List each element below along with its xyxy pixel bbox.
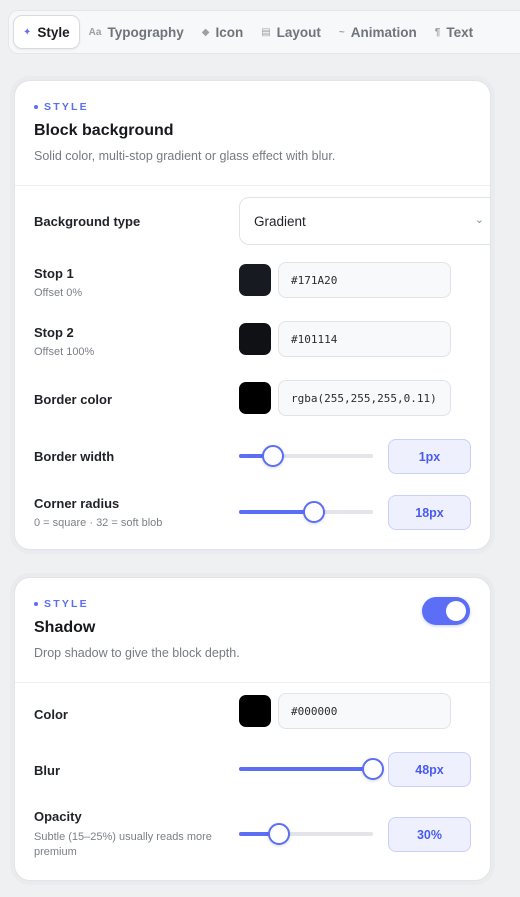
- slider-knob[interactable]: [362, 758, 384, 780]
- shadow-card: STYLE Shadow Drop shadow to give the blo…: [14, 577, 491, 881]
- card-description: Solid color, multi-stop gradient or glas…: [34, 149, 336, 163]
- sparkle-icon: ✦: [23, 26, 32, 38]
- layout-icon: ▤: [261, 26, 271, 38]
- slider-knob[interactable]: [261, 445, 284, 467]
- card-description: Drop shadow to give the block depth.: [34, 646, 240, 660]
- paragraph-icon: ¶: [434, 26, 441, 38]
- eyebrow: STYLE: [34, 598, 471, 610]
- stop2-hex-input[interactable]: #101114: [278, 321, 451, 357]
- shadow-opacity-row: Opacity Subtle (15–25%) usually reads mo…: [34, 809, 224, 860]
- select-value: Gradient: [254, 213, 306, 229]
- tab-icon[interactable]: ◆ Icon: [193, 15, 252, 49]
- shadow-blur-slider[interactable]: [239, 758, 384, 780]
- corner-radius-value[interactable]: 18px: [388, 495, 471, 530]
- border-color-input[interactable]: rgba(255,255,255,0.11): [278, 380, 451, 416]
- tab-animation[interactable]: ~ Animation: [330, 15, 426, 49]
- tab-style[interactable]: ✦ Style: [13, 15, 80, 49]
- border-color-swatch[interactable]: [239, 382, 271, 414]
- shadow-toggle[interactable]: [422, 597, 470, 625]
- toggle-knob: [446, 601, 466, 621]
- tab-label: Animation: [350, 24, 417, 40]
- eyebrow: STYLE: [34, 101, 471, 113]
- tab-typography[interactable]: Aa Typography: [80, 15, 193, 49]
- tab-label: Icon: [215, 24, 244, 40]
- card-header: STYLE Shadow Drop shadow to give the blo…: [15, 578, 490, 683]
- eyebrow-label: STYLE: [44, 101, 89, 113]
- corner-radius-slider[interactable]: [239, 501, 373, 523]
- tab-layout[interactable]: ▤ Layout: [252, 15, 330, 49]
- card-header: STYLE Block background Solid color, mult…: [15, 81, 490, 186]
- card-title: Shadow: [34, 619, 96, 636]
- card-title: Block background: [34, 122, 174, 139]
- stop1-hex-input[interactable]: #171A20: [278, 262, 451, 298]
- border-width-slider[interactable]: [239, 445, 373, 467]
- eyebrow-label: STYLE: [44, 598, 89, 610]
- tab-bar: ✦ Style Aa Typography ◆ Icon ▤ Layout ~ …: [8, 10, 520, 54]
- border-width-value[interactable]: 1px: [388, 439, 471, 474]
- shadow-color-input[interactable]: #000000: [278, 693, 451, 729]
- slider-fill: [239, 767, 373, 771]
- diamond-icon: ◆: [201, 26, 210, 38]
- slider-knob[interactable]: [268, 823, 291, 845]
- background-card: STYLE Block background Solid color, mult…: [14, 80, 491, 550]
- stop1-swatch[interactable]: [239, 264, 271, 296]
- stop2-swatch[interactable]: [239, 323, 271, 355]
- shadow-opacity-label: Opacity: [34, 809, 82, 824]
- shadow-blur-value[interactable]: 48px: [388, 752, 471, 787]
- slider-knob[interactable]: [303, 501, 326, 523]
- tab-text[interactable]: ¶ Text: [426, 15, 482, 49]
- chevron-down-icon: ⌄: [474, 214, 484, 226]
- tab-label: Text: [446, 24, 474, 40]
- dot-icon: [34, 602, 38, 606]
- tab-label: Style: [37, 24, 70, 40]
- dot-icon: [34, 105, 38, 109]
- tab-label: Layout: [276, 24, 321, 40]
- background-type-select[interactable]: Gradient ⌄: [239, 197, 490, 245]
- shadow-color-swatch[interactable]: [239, 695, 271, 727]
- animation-icon: ~: [338, 26, 345, 38]
- tab-label: Typography: [107, 24, 184, 40]
- typography-icon: Aa: [88, 26, 102, 38]
- shadow-opacity-slider[interactable]: [239, 823, 373, 845]
- shadow-opacity-value[interactable]: 30%: [388, 817, 471, 852]
- shadow-opacity-sublabel: Subtle (15–25%) usually reads more premi…: [34, 831, 212, 858]
